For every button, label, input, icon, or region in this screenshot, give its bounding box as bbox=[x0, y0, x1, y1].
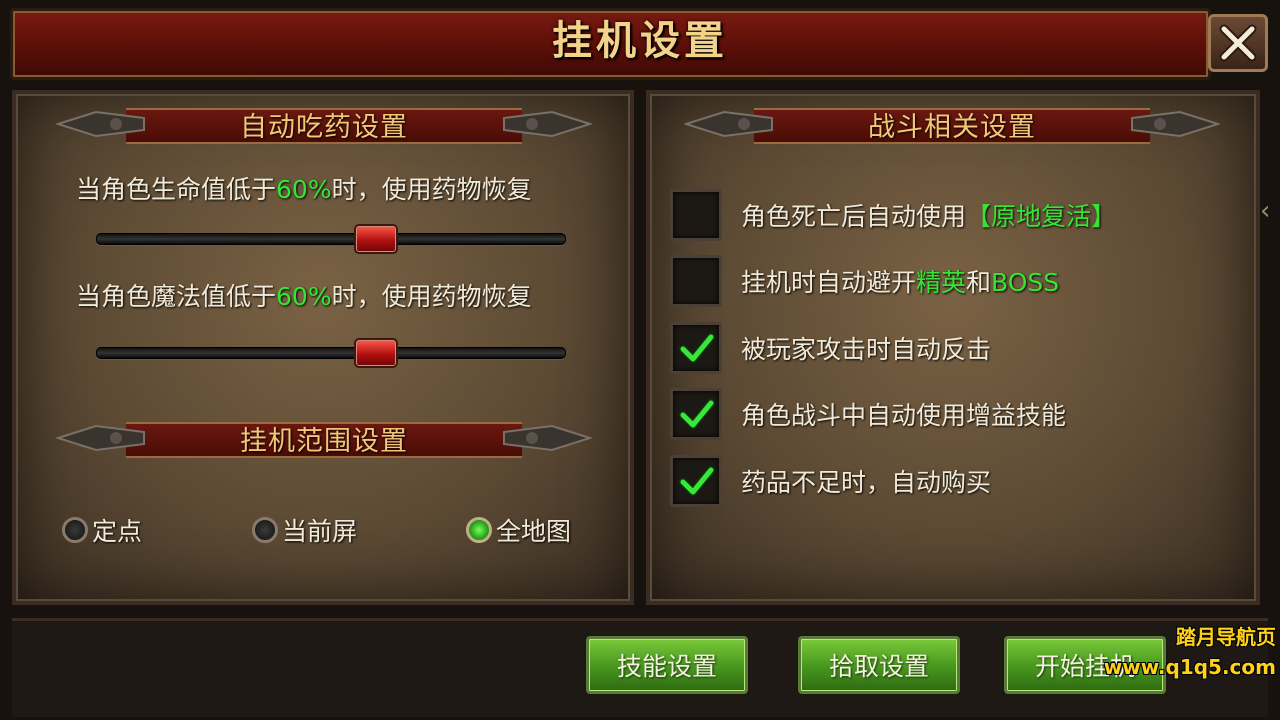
range-settings-header: 挂机范围设置 bbox=[240, 425, 408, 457]
auto-revive-label: 角色死亡后自动使用【原地复活】 bbox=[741, 202, 1117, 231]
window-title: 挂机设置 bbox=[552, 18, 728, 64]
mp-threshold-label: 当角色魔法值低于60%时，使用药物恢复 bbox=[76, 282, 532, 311]
range-option-full-map[interactable]: 全地图 bbox=[466, 512, 571, 548]
watermark: 踏月导航页 www.q1q5.com bbox=[1096, 622, 1276, 682]
avoid-elite-checkbox[interactable] bbox=[670, 255, 722, 307]
chevron-left-icon[interactable]: ‹ bbox=[1260, 196, 1278, 236]
hp-threshold-label: 当角色生命值低于60%时，使用药物恢复 bbox=[76, 175, 532, 204]
range-option-label: 全地图 bbox=[496, 517, 572, 546]
close-button[interactable] bbox=[1208, 14, 1268, 72]
mp-slider-thumb[interactable] bbox=[354, 338, 398, 368]
potion-settings-header: 自动吃药设置 bbox=[240, 111, 408, 143]
close-x-icon bbox=[1219, 24, 1257, 62]
range-option-fixed-point[interactable]: 定点 bbox=[62, 512, 142, 548]
auto-buy-potion-label: 药品不足时，自动购买 bbox=[741, 468, 992, 497]
radio-icon bbox=[252, 517, 278, 543]
auto-buy-potion-checkbox[interactable] bbox=[670, 455, 722, 507]
auto-buff-checkbox[interactable] bbox=[670, 388, 722, 440]
potion-settings-banner: 自动吃药设置 bbox=[56, 104, 592, 144]
check-icon bbox=[679, 333, 715, 363]
avoid-elite-label: 挂机时自动避开精英和BOSS bbox=[741, 268, 1060, 297]
range-option-label: 定点 bbox=[92, 517, 143, 546]
auto-counterattack-label: 被玩家攻击时自动反击 bbox=[741, 335, 992, 364]
mp-slider[interactable] bbox=[96, 338, 566, 368]
banner-ornament-right bbox=[1131, 110, 1220, 138]
banner-ornament-left bbox=[56, 424, 145, 452]
pickup-settings-button[interactable]: 拾取设置 bbox=[798, 636, 960, 694]
watermark-line1: 踏月导航页 bbox=[1176, 625, 1276, 649]
hp-slider-thumb[interactable] bbox=[354, 224, 398, 254]
hp-percent: 60% bbox=[276, 175, 332, 204]
banner-ornament-right bbox=[503, 424, 592, 452]
hp-slider[interactable] bbox=[96, 224, 566, 254]
game-window: 挂机设置 自动吃药设置 当角色生命值低于60%时，使用药物恢复 当角色魔法值低于… bbox=[0, 0, 1280, 720]
combat-settings-header: 战斗相关设置 bbox=[868, 111, 1036, 143]
banner-ornament-right bbox=[503, 110, 592, 138]
auto-revive-checkbox[interactable] bbox=[670, 189, 722, 241]
auto-counterattack-checkbox[interactable] bbox=[670, 322, 722, 374]
mp-percent: 60% bbox=[276, 282, 332, 311]
range-option-label: 当前屏 bbox=[282, 517, 358, 546]
banner-ornament-left bbox=[684, 110, 773, 138]
radio-icon bbox=[62, 517, 88, 543]
range-option-current-screen[interactable]: 当前屏 bbox=[252, 512, 357, 548]
banner-ornament-left bbox=[56, 110, 145, 138]
check-icon bbox=[679, 466, 715, 496]
combat-settings-banner: 战斗相关设置 bbox=[684, 104, 1220, 144]
auto-buff-label: 角色战斗中自动使用增益技能 bbox=[741, 401, 1067, 430]
check-icon bbox=[679, 399, 715, 429]
skill-settings-button[interactable]: 技能设置 bbox=[586, 636, 748, 694]
watermark-line2: www.q1q5.com bbox=[1103, 655, 1276, 679]
range-settings-banner: 挂机范围设置 bbox=[56, 418, 592, 458]
radio-icon bbox=[466, 517, 492, 543]
